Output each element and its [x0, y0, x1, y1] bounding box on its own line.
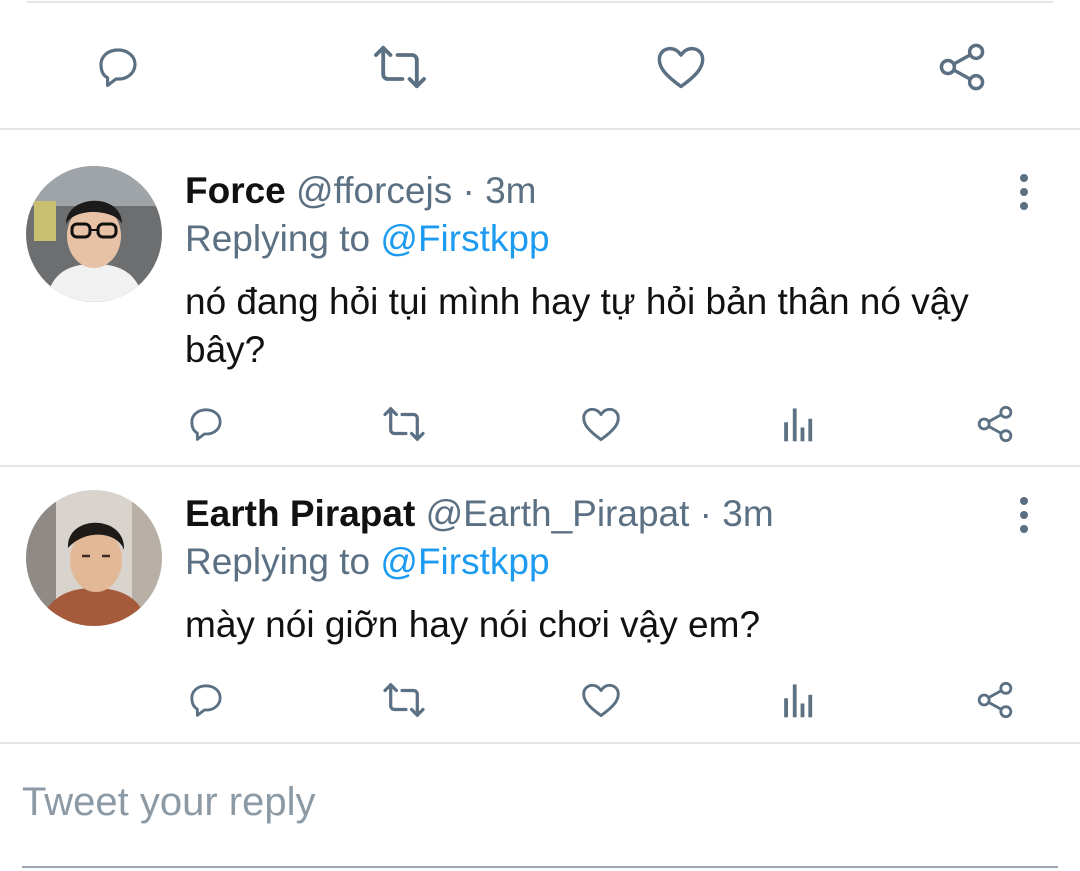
like-icon — [657, 46, 705, 89]
more-dot-icon — [1020, 188, 1028, 196]
reply-icon — [190, 684, 222, 717]
reply-icon — [190, 408, 222, 441]
mention-link[interactable]: @Firstkpp — [380, 218, 549, 259]
share-button[interactable] — [972, 678, 1018, 722]
reply-author-line: Force @fforcejs · 3m — [185, 170, 537, 212]
reply-button[interactable] — [184, 402, 228, 446]
more-options-button[interactable] — [1019, 497, 1029, 533]
reply-divider — [0, 465, 1080, 467]
more-dot-icon — [1020, 202, 1028, 210]
separator-dot: · — [699, 493, 712, 534]
display-name[interactable]: Force — [185, 170, 286, 211]
more-dot-icon — [1020, 511, 1028, 519]
mention-link[interactable]: @Firstkpp — [380, 541, 549, 582]
reply-icon — [99, 48, 137, 87]
handle[interactable]: @Earth_Pirapat — [426, 493, 690, 534]
like-icon — [582, 683, 620, 718]
replying-to-label: Replying to — [185, 541, 371, 582]
analytics-button[interactable] — [776, 678, 820, 722]
replying-to-line: Replying to @Firstkpp — [185, 541, 550, 583]
share-icon — [977, 405, 1013, 443]
more-dot-icon — [1020, 497, 1028, 505]
more-dot-icon — [1020, 525, 1028, 533]
replying-to-line: Replying to @Firstkpp — [185, 218, 550, 260]
analytics-icon — [784, 408, 813, 442]
retweet-button[interactable] — [368, 40, 432, 94]
analytics-icon — [784, 684, 813, 718]
avatar-photo — [26, 490, 162, 626]
action-bar-divider — [0, 128, 1080, 130]
like-button[interactable] — [578, 678, 624, 722]
like-icon — [582, 407, 620, 442]
retweet-icon — [383, 683, 425, 717]
timestamp[interactable]: 3m — [722, 493, 773, 534]
separator-dot: · — [462, 170, 475, 211]
avatar-photo — [26, 166, 162, 302]
retweet-button[interactable] — [380, 402, 428, 446]
reply-box-divider — [0, 742, 1080, 744]
retweet-button[interactable] — [380, 678, 428, 722]
avatar[interactable] — [26, 490, 162, 626]
analytics-button[interactable] — [776, 402, 820, 446]
share-icon — [977, 681, 1013, 719]
replying-to-label: Replying to — [185, 218, 371, 259]
reply-text: nó đang hỏi tụi mình hay tự hỏi bản thân… — [185, 281, 969, 370]
reply-text: mày nói giỡn hay nói chơi vậy em? — [185, 604, 761, 645]
like-button[interactable] — [578, 402, 624, 446]
top-divider — [27, 1, 1053, 3]
tweet-reply-input[interactable] — [22, 780, 1022, 825]
display-name[interactable]: Earth Pirapat — [185, 493, 415, 534]
more-dot-icon — [1020, 174, 1028, 182]
like-button[interactable] — [652, 40, 710, 94]
avatar[interactable] — [26, 166, 162, 302]
handle[interactable]: @fforcejs — [296, 170, 452, 211]
retweet-icon — [374, 45, 426, 89]
reply-input-underline — [22, 866, 1058, 868]
more-options-button[interactable] — [1019, 174, 1029, 210]
retweet-icon — [383, 407, 425, 441]
share-button[interactable] — [972, 402, 1018, 446]
reply-author-line: Earth Pirapat @Earth_Pirapat · 3m — [185, 493, 774, 535]
share-button[interactable] — [934, 40, 990, 94]
timestamp[interactable]: 3m — [485, 170, 536, 211]
reply-button[interactable] — [88, 40, 148, 94]
share-icon — [939, 43, 985, 91]
reply-button[interactable] — [184, 678, 228, 722]
